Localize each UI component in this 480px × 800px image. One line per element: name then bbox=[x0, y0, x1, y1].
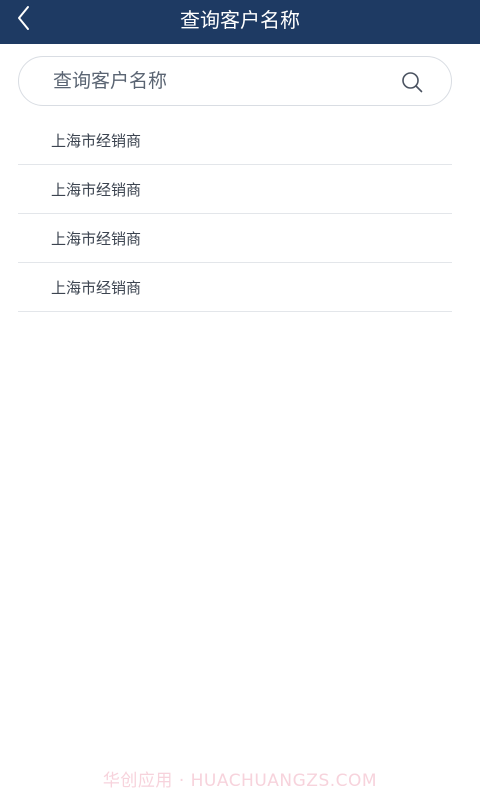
result-list: 上海市经销商 上海市经销商 上海市经销商 上海市经销商 bbox=[18, 116, 452, 312]
list-item-label: 上海市经销商 bbox=[51, 132, 142, 150]
search-input[interactable] bbox=[53, 57, 373, 105]
search-box[interactable] bbox=[18, 56, 452, 106]
watermark: 华创应用 · HUACHUANGZS.COM bbox=[102, 771, 378, 791]
list-item[interactable]: 上海市经销商 bbox=[18, 116, 452, 165]
list-item[interactable]: 上海市经销商 bbox=[18, 214, 452, 263]
list-item-label: 上海市经销商 bbox=[51, 181, 142, 199]
list-item-label: 上海市经销商 bbox=[51, 230, 142, 248]
app-header: 查询客户名称 bbox=[0, 0, 480, 44]
search-icon[interactable] bbox=[401, 71, 423, 93]
page-title: 查询客户名称 bbox=[180, 8, 300, 32]
list-item-label: 上海市经销商 bbox=[51, 279, 142, 297]
list-item[interactable]: 上海市经销商 bbox=[18, 165, 452, 214]
list-item[interactable]: 上海市经销商 bbox=[18, 263, 452, 312]
